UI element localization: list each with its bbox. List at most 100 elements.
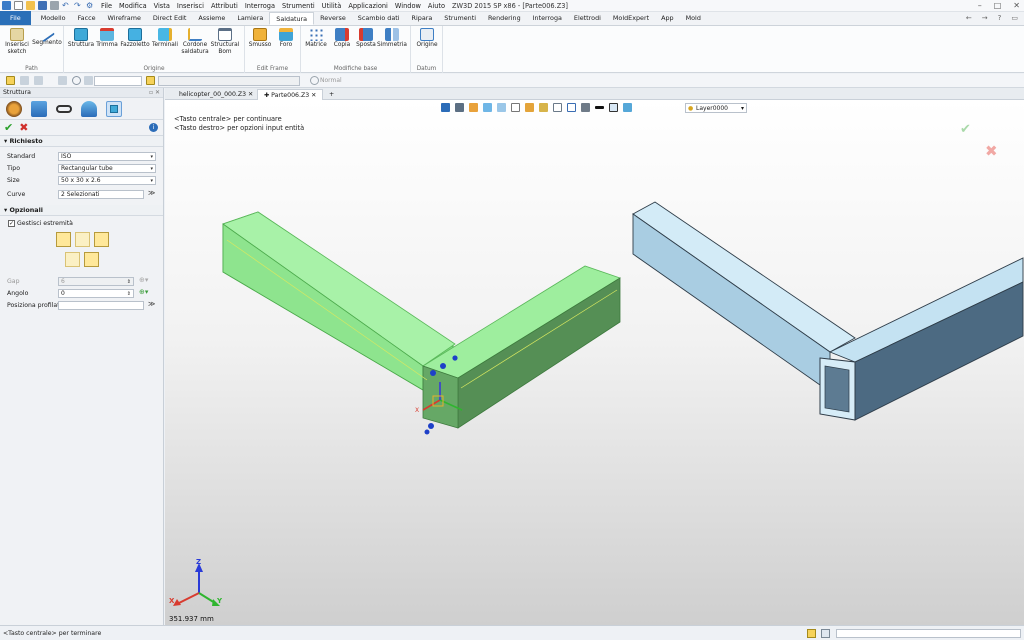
weld-bead-button[interactable]: Cordone saldatura: [180, 28, 210, 56]
frame-icon[interactable]: [58, 76, 67, 85]
tipo-select[interactable]: Rectangular tube ▾: [58, 164, 156, 173]
glasses-icon[interactable]: [56, 104, 72, 113]
doc-tab-helicopter[interactable]: helicopter_00_000.Z3 ✕: [173, 89, 259, 100]
save-icon[interactable]: [38, 1, 47, 10]
menu-aiuto[interactable]: Aiuto: [428, 2, 445, 10]
origin-button[interactable]: Origine: [412, 28, 442, 49]
menu-file[interactable]: File: [101, 2, 112, 10]
insert-sketch-button[interactable]: Inserisci sketch: [2, 28, 32, 56]
confirm-check-icon[interactable]: ✔: [4, 121, 13, 134]
command-input[interactable]: [836, 629, 1021, 638]
end-cope-button[interactable]: [65, 252, 80, 267]
maximize-icon[interactable]: □: [994, 1, 1002, 10]
palette-icon[interactable]: [6, 100, 22, 117]
posizione-expand-icon[interactable]: ≫: [148, 300, 155, 308]
menu-modifica[interactable]: Modifica: [119, 2, 147, 10]
tab-reverse[interactable]: Reverse: [314, 12, 352, 25]
undo-icon[interactable]: ↶: [62, 1, 71, 10]
menu-applicazioni[interactable]: Applicazioni: [348, 2, 388, 10]
tab-lamiera[interactable]: Lamiera: [231, 12, 269, 25]
menu-strumenti[interactable]: Strumenti: [282, 2, 315, 10]
tab-saldatura[interactable]: Saldatura: [269, 12, 315, 25]
mirror-button[interactable]: Simmetria: [377, 28, 407, 49]
tab-modello[interactable]: Modello: [35, 12, 72, 25]
restore-icon[interactable]: ▭: [1011, 14, 1018, 22]
posizione-field[interactable]: [58, 301, 144, 310]
info-icon[interactable]: i: [149, 123, 158, 132]
app-logo-icon[interactable]: [2, 1, 11, 10]
open-folder-icon[interactable]: [26, 1, 35, 10]
assembly-icon[interactable]: [31, 100, 47, 117]
tube-frame-selected[interactable]: [222, 211, 621, 429]
tab-mold[interactable]: Mold: [680, 12, 707, 25]
status-window-icon[interactable]: [821, 629, 830, 638]
line-icon[interactable]: [34, 76, 43, 85]
gestisci-checkbox[interactable]: ✓: [8, 220, 15, 227]
gear-icon[interactable]: ⚙: [86, 1, 95, 10]
snap-icon[interactable]: [84, 76, 93, 85]
gusset-button[interactable]: Fazzoletto: [120, 28, 150, 49]
doc-tab-parte006[interactable]: ✚ Parte006.Z3 ✕: [257, 89, 324, 100]
tab-wireframe[interactable]: Wireframe: [102, 12, 147, 25]
render-mode-icon[interactable]: [310, 76, 319, 85]
end-trim-button[interactable]: [84, 252, 99, 267]
standard-select[interactable]: ISO ▾: [58, 152, 156, 161]
tab-strumenti[interactable]: Strumenti: [438, 12, 482, 25]
end-miter-button[interactable]: [56, 232, 71, 247]
close-tab-icon[interactable]: ✕: [248, 91, 253, 98]
close-tab-icon[interactable]: ✕: [311, 92, 316, 99]
tab-scambio-dati[interactable]: Scambio dati: [352, 12, 406, 25]
tab-direct-edit[interactable]: Direct Edit: [147, 12, 193, 25]
tab-interroga[interactable]: Interroga: [527, 12, 568, 25]
tab-assieme[interactable]: Assieme: [192, 12, 231, 25]
hole-button[interactable]: Foro: [271, 28, 301, 49]
filter-combo[interactable]: [94, 76, 142, 86]
pick-filter-combo[interactable]: [158, 76, 300, 86]
section-optional[interactable]: ▾ Opzionali: [0, 205, 163, 216]
minimize-icon[interactable]: –: [978, 1, 982, 10]
tab-moldexpert[interactable]: MoldExpert: [607, 12, 655, 25]
curve-expand-icon[interactable]: ≫: [148, 189, 155, 197]
trim-button[interactable]: Trimma: [92, 28, 122, 49]
menu-vista[interactable]: Vista: [154, 2, 170, 10]
structure-tool-icon[interactable]: [106, 100, 122, 117]
section-required[interactable]: ▾ Richiesto: [0, 136, 163, 147]
3d-viewport[interactable]: ● Layer0000 ▾ <Tasto centrale> per conti…: [165, 100, 1024, 625]
back-icon[interactable]: ←: [966, 14, 972, 22]
pick-icon[interactable]: [146, 76, 155, 85]
size-select[interactable]: 50 x 30 x 2.6 ▾: [58, 176, 156, 185]
angolo-options-icon[interactable]: ⊕▾: [139, 288, 148, 296]
pin-icon[interactable]: ▫ ✕: [149, 88, 160, 98]
endcap-button[interactable]: Terminali: [150, 28, 180, 49]
curve-field[interactable]: 2 Selezionati: [58, 190, 144, 199]
menu-attributi[interactable]: Attributi: [211, 2, 238, 10]
tab-file[interactable]: File: [0, 11, 31, 25]
gap-options-icon[interactable]: ⊕▾: [139, 276, 148, 284]
help-icon[interactable]: ?: [998, 14, 1002, 22]
select-icon[interactable]: [6, 76, 15, 85]
tube-frame-preview[interactable]: [632, 201, 1024, 421]
menu-window[interactable]: Window: [395, 2, 421, 10]
tab-facce[interactable]: Facce: [72, 12, 102, 25]
filter-icon[interactable]: [20, 76, 29, 85]
part-shape-icon[interactable]: [81, 100, 97, 117]
tab-ripara[interactable]: Ripara: [406, 12, 439, 25]
normal-mode-label[interactable]: Normal: [320, 77, 342, 84]
new-file-icon[interactable]: [14, 1, 23, 10]
structural-bom-button[interactable]: Structural Bom: [210, 28, 240, 56]
tab-app[interactable]: App: [655, 12, 680, 25]
print-icon[interactable]: [50, 1, 59, 10]
close-icon[interactable]: ✕: [1013, 1, 1020, 10]
menu-utilita[interactable]: Utilità: [322, 2, 342, 10]
tab-rendering[interactable]: Rendering: [482, 12, 527, 25]
gap-field[interactable]: 6 ⇕: [58, 277, 134, 286]
cancel-x-icon[interactable]: ✖: [19, 121, 28, 134]
tab-elettrodi[interactable]: Elettrodi: [568, 12, 607, 25]
end-butt2-button[interactable]: [94, 232, 109, 247]
segment-button[interactable]: Segmento: [32, 27, 62, 47]
angolo-field[interactable]: 0 ⇕: [58, 289, 134, 298]
new-tab-button[interactable]: +: [323, 89, 340, 100]
forward-icon[interactable]: →: [982, 14, 988, 22]
menu-interroga[interactable]: Interroga: [245, 2, 275, 10]
menu-inserisci[interactable]: Inserisci: [177, 2, 204, 10]
